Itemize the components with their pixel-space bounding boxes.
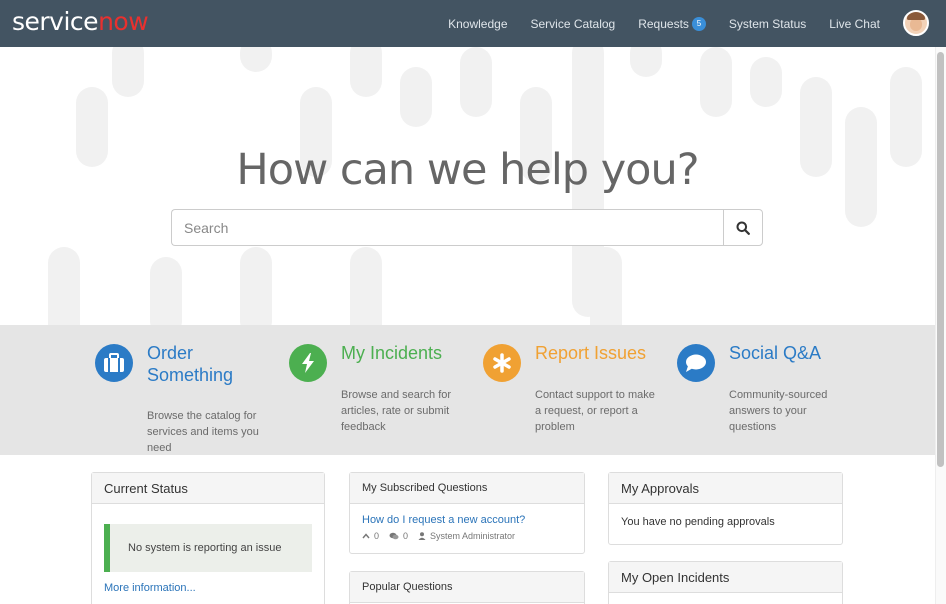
asterisk-icon	[483, 344, 521, 382]
my-open-incidents-panel: My Open Incidents	[608, 561, 843, 604]
panel-title: My Open Incidents	[609, 562, 842, 593]
hero-title: How can we help you?	[236, 145, 699, 195]
search-bar	[171, 209, 763, 246]
requests-count-badge: 5	[691, 16, 706, 31]
feature-title: Social Q&A	[729, 343, 822, 363]
panel-body: No system is reporting an issue More inf…	[92, 504, 324, 604]
bg-pill	[240, 247, 272, 325]
bg-pill	[700, 47, 732, 117]
popular-questions-panel: Popular Questions	[349, 571, 585, 604]
search-icon	[736, 221, 750, 235]
panel-title: Popular Questions	[350, 572, 584, 603]
panel-title: My Subscribed Questions	[350, 473, 584, 504]
nav-knowledge[interactable]: Knowledge	[448, 17, 507, 31]
servicenow-logo[interactable]: servicenow	[12, 7, 149, 36]
question-author: System Administrator	[430, 531, 516, 541]
search-button[interactable]	[723, 209, 763, 246]
feature-title: My Incidents	[341, 343, 443, 363]
more-information-link[interactable]: More information...	[104, 582, 312, 594]
bg-pill	[460, 47, 492, 117]
panel-title: My Approvals	[609, 473, 842, 504]
answer-count: 0	[403, 531, 409, 541]
bg-pill	[350, 47, 382, 97]
panel-title: Current Status	[92, 473, 324, 504]
vote-count: 0	[374, 531, 380, 541]
bg-pill	[112, 47, 144, 97]
feature-title: Report Issues	[535, 343, 647, 363]
bg-pill	[240, 47, 272, 72]
bg-pill	[630, 47, 662, 77]
panel-body: How do I request a new account? 0 0 Syst…	[350, 504, 584, 551]
user-icon	[418, 532, 426, 540]
my-approvals-panel: My Approvals You have no pending approva…	[608, 472, 843, 545]
nav-requests[interactable]: Requests 5	[638, 16, 706, 31]
avatar-hair	[907, 12, 925, 20]
feature-desc: Community-sourced answers to your questi…	[729, 389, 828, 433]
status-message: No system is reporting an issue	[104, 524, 312, 572]
nav-requests-label: Requests	[638, 16, 689, 31]
approvals-message: You have no pending approvals	[621, 516, 775, 528]
briefcase-icon	[95, 344, 133, 382]
lightning-icon	[289, 344, 327, 382]
question-meta: 0 0 System Administrator	[362, 531, 572, 541]
nav-service-catalog[interactable]: Service Catalog	[531, 17, 616, 31]
nav-live-chat[interactable]: Live Chat	[829, 17, 880, 31]
feature-title: Order Something	[147, 343, 234, 385]
chat-bubble-icon	[677, 344, 715, 382]
user-avatar[interactable]	[903, 10, 929, 36]
bg-pill	[150, 257, 182, 325]
bg-pill	[350, 247, 382, 325]
bg-pill	[590, 247, 622, 325]
comments-icon	[389, 532, 399, 540]
bg-pill	[48, 247, 80, 325]
bg-pill	[400, 67, 432, 127]
nav-menu: Knowledge Service Catalog Requests 5 Syst…	[425, 0, 880, 47]
scrollbar-thumb[interactable]	[937, 52, 944, 467]
top-navbar: servicenow Knowledge Service Catalog Req…	[0, 0, 946, 47]
search-input[interactable]	[171, 209, 723, 246]
subscribed-questions-panel: My Subscribed Questions How do I request…	[349, 472, 585, 554]
feature-desc: Contact support to make a request, or re…	[535, 389, 655, 433]
nav-system-status[interactable]: System Status	[729, 17, 806, 31]
upvote-icon	[362, 533, 370, 539]
current-status-panel: Current Status No system is reporting an…	[91, 472, 325, 604]
bg-pill	[750, 57, 782, 107]
hero-section: How can we help you?	[0, 47, 935, 325]
feature-desc: Browse and search for articles, rate or …	[341, 389, 452, 433]
question-link[interactable]: How do I request a new account?	[362, 514, 572, 526]
feature-band: Order Something Browse the catalog for se…	[0, 325, 935, 455]
feature-desc: Browse the catalog for services and item…	[147, 410, 259, 454]
